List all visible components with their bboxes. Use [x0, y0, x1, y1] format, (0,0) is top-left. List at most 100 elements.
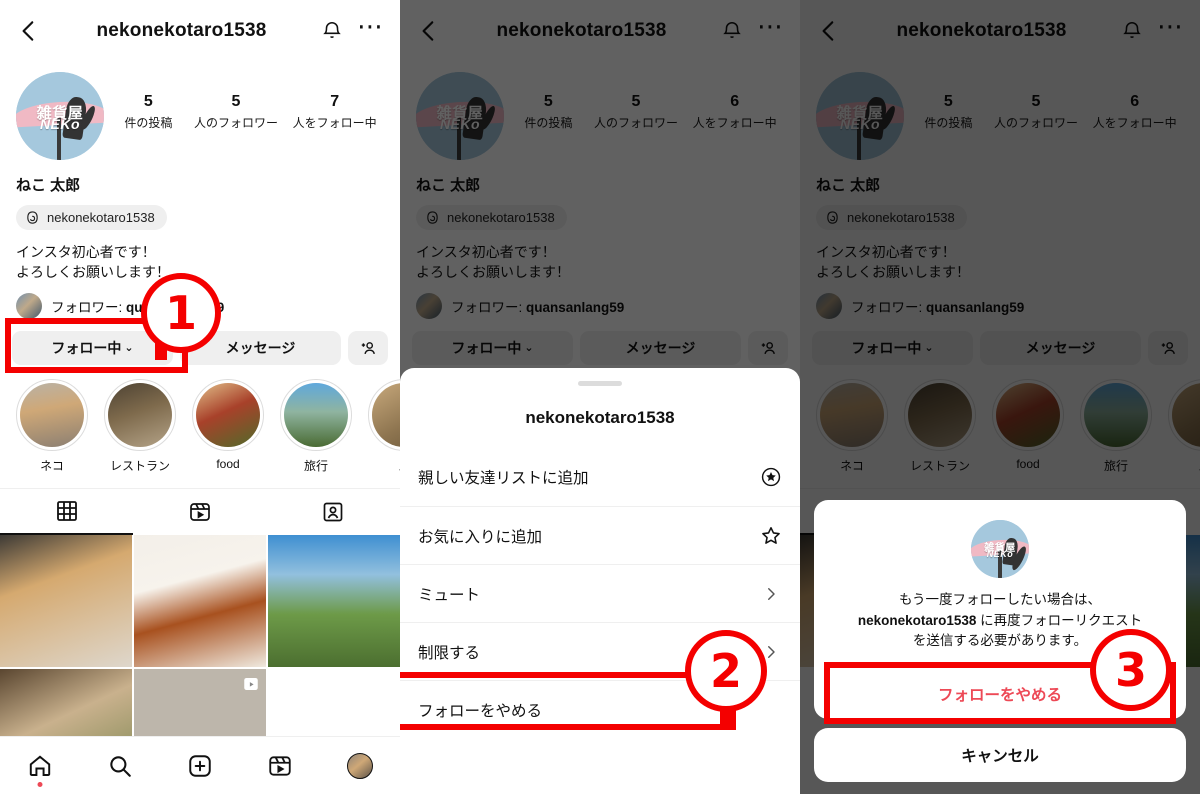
follower-prefix: フォロワー:: [451, 299, 527, 315]
mutual-follower-row[interactable]: フォロワー: quansanlang59: [0, 283, 400, 319]
stats-row: 5 件の投稿 5 人のフォロワー 6 人をフォロー中: [504, 72, 784, 131]
highlight-label: ス: [1168, 457, 1200, 474]
sheet-item-close-friends[interactable]: 親しい友達リストに追加: [400, 448, 800, 506]
chevron-right-icon: [760, 583, 782, 605]
story-highlights: ネコ レストラン food 旅行 ス: [800, 365, 1200, 474]
add-person-button[interactable]: [748, 330, 788, 365]
chevron-down-icon: ⌄: [924, 342, 934, 355]
grid-cell[interactable]: [268, 534, 400, 667]
stat-followers[interactable]: 5 人のフォロワー: [594, 92, 678, 131]
following-button[interactable]: フォロー中 ⌄: [412, 330, 573, 365]
highlight-label: レストラン: [909, 458, 970, 473]
threads-badge[interactable]: nekonekotaro1538: [416, 205, 567, 230]
following-button[interactable]: フォロー中 ⌄: [12, 330, 173, 365]
message-button[interactable]: メッセージ: [580, 330, 741, 365]
dialog-avatar: 雑貨屋 NEKo: [971, 520, 1029, 579]
dialog-unfollow-button[interactable]: フォローをやめる: [832, 667, 1168, 719]
stat-followers[interactable]: 5 人のフォロワー: [994, 92, 1078, 131]
highlight-cover: [284, 382, 348, 447]
profile-tabs: [0, 487, 400, 535]
stat-value: 6: [1130, 93, 1140, 110]
tab-grid[interactable]: [0, 489, 134, 535]
dialog-cancel-button[interactable]: キャンセル: [814, 728, 1186, 782]
create-icon: [189, 754, 211, 777]
more-dots-icon[interactable]: ⋯: [357, 13, 384, 41]
threads-badge[interactable]: nekonekotaro1538: [16, 205, 167, 230]
nav-reels[interactable]: [263, 751, 297, 781]
more-dots-icon[interactable]: ⋯: [757, 13, 784, 41]
avatar[interactable]: 雑貨屋 NEKo: [816, 72, 904, 160]
highlight-item[interactable]: レストラン: [104, 378, 176, 474]
bell-icon[interactable]: [321, 20, 343, 42]
stat-value: 5: [231, 93, 241, 110]
dialog-card: 雑貨屋 NEKo もう一度フォローしたい場合は、 nekonekotaro153…: [814, 500, 1186, 719]
nav-home[interactable]: [23, 751, 57, 787]
highlight-cover: [372, 382, 400, 447]
add-person-button[interactable]: [348, 330, 388, 365]
back-icon[interactable]: [16, 18, 42, 44]
sheet-item-favorites[interactable]: お気に入りに追加: [400, 506, 800, 564]
reels-icon: [269, 755, 291, 776]
sheet-item-unfollow[interactable]: フォローをやめる: [400, 680, 800, 738]
stat-label: 人をフォロー中: [1092, 116, 1177, 130]
tab-reels[interactable]: [133, 489, 266, 535]
mutual-avatar: [816, 292, 842, 319]
stat-following[interactable]: 6 人をフォロー中: [693, 92, 777, 131]
stat-following[interactable]: 6 人をフォロー中: [1093, 92, 1177, 131]
sheet-item-restrict[interactable]: 制限する: [400, 622, 800, 680]
app-header: nekonekotaro1538 ⋯: [800, 0, 1200, 62]
highlight-item[interactable]: food: [192, 378, 264, 474]
sheet-item-label: お気に入りに追加: [418, 528, 543, 546]
stat-following[interactable]: 7 人をフォロー中: [293, 92, 377, 131]
message-button[interactable]: メッセージ: [980, 330, 1141, 365]
following-button[interactable]: フォロー中 ⌄: [812, 330, 973, 365]
bell-icon[interactable]: [721, 20, 743, 42]
avatar[interactable]: 雑貨屋 NEKo: [16, 72, 104, 160]
page-title: nekonekotaro1538: [496, 20, 667, 41]
stat-posts[interactable]: 5 件の投稿: [517, 92, 579, 131]
highlight-item[interactable]: ネコ: [816, 378, 888, 474]
nav-create[interactable]: [183, 751, 217, 781]
more-dots-icon[interactable]: ⋯: [1157, 13, 1184, 41]
mutual-follower-row[interactable]: フォロワー: quansanlang59: [800, 283, 1200, 319]
dialog-message: もう一度フォローしたい場合は、 nekonekotaro1538 に再度フォロー…: [832, 590, 1168, 667]
highlight-item[interactable]: ネコ: [16, 378, 88, 474]
highlight-item[interactable]: レストラン: [904, 378, 976, 474]
stat-followers[interactable]: 5 人のフォロワー: [194, 92, 278, 131]
back-icon[interactable]: [416, 18, 442, 44]
highlight-item[interactable]: 旅行: [1080, 378, 1152, 474]
highlight-label: ネコ: [40, 458, 64, 473]
highlight-item[interactable]: ス: [368, 378, 400, 474]
threads-handle: nekonekotaro1538: [447, 210, 555, 225]
highlight-item[interactable]: ス: [1168, 378, 1200, 474]
stat-label: 人のフォロワー: [593, 116, 678, 130]
nav-search[interactable]: [103, 751, 137, 781]
highlight-item[interactable]: 旅行: [280, 378, 352, 474]
grid-cell[interactable]: [134, 534, 266, 667]
message-label: メッセージ: [625, 339, 696, 356]
tab-tagged[interactable]: [267, 489, 400, 535]
highlight-cover: [1172, 382, 1200, 447]
sheet-item-mute[interactable]: ミュート: [400, 564, 800, 622]
mutual-follower-text: フォロワー: quansanlang59: [851, 296, 1024, 316]
nav-profile[interactable]: [343, 751, 377, 781]
avatar[interactable]: 雑貨屋 NEKo: [416, 72, 504, 160]
grid-cell[interactable]: [0, 534, 132, 667]
highlight-label: 旅行: [1103, 458, 1128, 473]
add-person-button[interactable]: [1148, 330, 1188, 365]
bell-icon[interactable]: [1121, 20, 1143, 42]
mutual-follower-row[interactable]: フォロワー: quansanlang59: [400, 283, 800, 319]
message-button[interactable]: メッセージ: [180, 330, 341, 365]
back-icon[interactable]: [816, 18, 842, 44]
sheet-grabber[interactable]: [578, 381, 622, 386]
stat-posts[interactable]: 5 件の投稿: [117, 92, 179, 131]
bio: インスタ初心者です！ よろしくお願いします！: [0, 230, 400, 283]
highlight-item[interactable]: food: [992, 378, 1064, 474]
stat-value: 5: [1031, 93, 1041, 110]
stat-posts[interactable]: 5 件の投稿: [917, 92, 979, 131]
highlight-cover: [20, 382, 84, 447]
bio-line-1: インスタ初心者です！: [416, 244, 556, 260]
app-header: nekonekotaro1538 ⋯: [0, 0, 400, 62]
threads-badge[interactable]: nekonekotaro1538: [816, 205, 967, 230]
bio: インスタ初心者です！ よろしくお願いします！: [800, 230, 1200, 283]
